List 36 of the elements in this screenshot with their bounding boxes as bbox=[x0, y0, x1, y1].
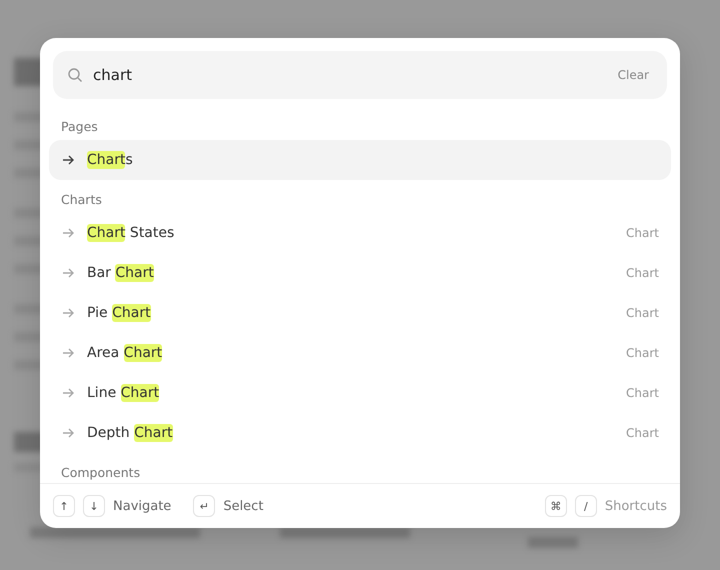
result-type: Chart bbox=[626, 226, 659, 240]
group-heading: Components bbox=[60, 464, 142, 482]
key-hint: ↵ bbox=[193, 495, 216, 517]
result-type: Chart bbox=[626, 346, 659, 360]
group-heading: Charts bbox=[60, 191, 103, 209]
key-hint: ↑ bbox=[53, 495, 75, 517]
result-label: Line Chart bbox=[87, 385, 160, 401]
result-item[interactable]: Bar Chart Chart bbox=[49, 253, 671, 293]
search-icon bbox=[67, 67, 83, 83]
group-heading: Pages bbox=[60, 118, 99, 136]
arrow-icon bbox=[61, 266, 75, 280]
result-type: Chart bbox=[626, 426, 659, 440]
result-label: Bar Chart bbox=[87, 265, 155, 281]
key-hint: ↓ bbox=[83, 495, 105, 517]
key-hint: ⌘ bbox=[544, 495, 567, 517]
result-type: Chart bbox=[626, 306, 659, 320]
arrow-icon bbox=[61, 346, 75, 360]
arrow-icon bbox=[61, 306, 75, 320]
result-item[interactable]: Area Chart Chart bbox=[49, 333, 671, 373]
result-label: Depth Chart bbox=[87, 425, 174, 441]
result-type: Chart bbox=[626, 386, 659, 400]
arrow-icon bbox=[61, 226, 75, 240]
hint-label: Shortcuts bbox=[604, 498, 667, 514]
result-item[interactable]: Pie Chart Chart bbox=[49, 293, 671, 333]
result-item[interactable]: Line Chart Chart bbox=[49, 373, 671, 413]
result-item[interactable]: Depth Chart Chart bbox=[49, 413, 671, 453]
arrow-icon bbox=[61, 426, 75, 440]
key-hint: / bbox=[574, 495, 597, 517]
result-type: Chart bbox=[626, 266, 659, 280]
result-label: Pie Chart bbox=[87, 305, 152, 321]
hint-label: Navigate bbox=[113, 498, 172, 514]
search-field[interactable]: chart Clear bbox=[53, 51, 667, 99]
arrow-icon bbox=[61, 386, 75, 400]
hint-label: Select bbox=[223, 498, 264, 514]
arrow-icon bbox=[61, 153, 75, 167]
result-label: Area Chart bbox=[87, 345, 164, 361]
